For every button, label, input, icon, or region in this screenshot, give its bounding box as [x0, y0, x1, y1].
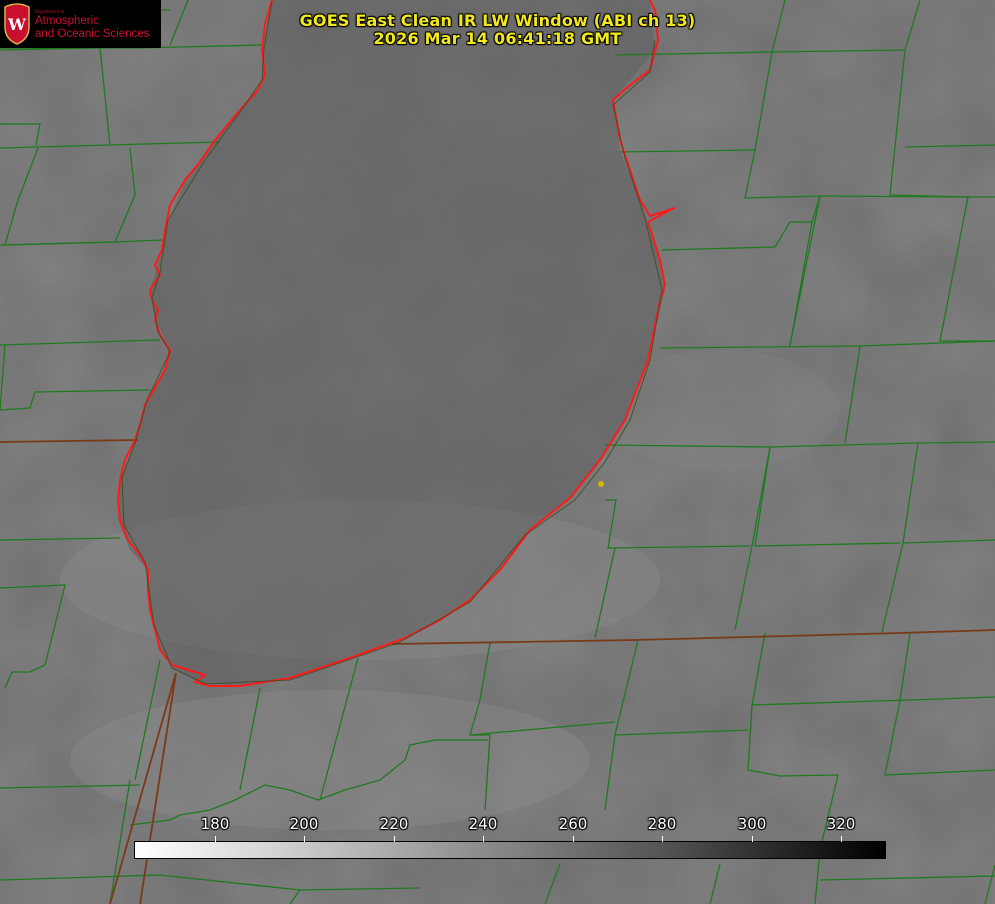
colorbar-tick-label: 320 [826, 815, 856, 833]
logo-department: Department of [35, 9, 65, 14]
logo-line1: Atmospheric [35, 15, 99, 27]
colorbar-tick-label: 280 [647, 815, 677, 833]
temperature-colorbar [134, 841, 886, 859]
colorbar-tick-label: 220 [379, 815, 409, 833]
colorbar-tick-mark [662, 836, 663, 842]
colorbar-tick-mark [304, 836, 305, 842]
colorbar-tick-mark [394, 836, 395, 842]
colorbar-tick-mark [573, 836, 574, 842]
seal-letter: W [7, 15, 27, 34]
colorbar-tick-label: 180 [200, 815, 230, 833]
colorbar-tick-label: 240 [468, 815, 498, 833]
cloud-band [70, 690, 590, 830]
uw-seal-icon: W [4, 3, 30, 45]
colorbar-tick-mark [215, 836, 216, 842]
colorbar-tick-mark [841, 836, 842, 842]
station-marker [598, 481, 604, 487]
logo-line2: and Oceanic Sciences [35, 28, 150, 40]
colorbar-tick-label: 200 [289, 815, 319, 833]
colorbar-tick-label: 260 [558, 815, 588, 833]
colorbar-tick-mark [483, 836, 484, 842]
aos-logo[interactable]: W Department of Atmospheric and Oceanic … [0, 0, 161, 48]
colorbar-tick-mark [752, 836, 753, 842]
colorbar-tick-label: 300 [737, 815, 767, 833]
satellite-map [0, 0, 995, 904]
